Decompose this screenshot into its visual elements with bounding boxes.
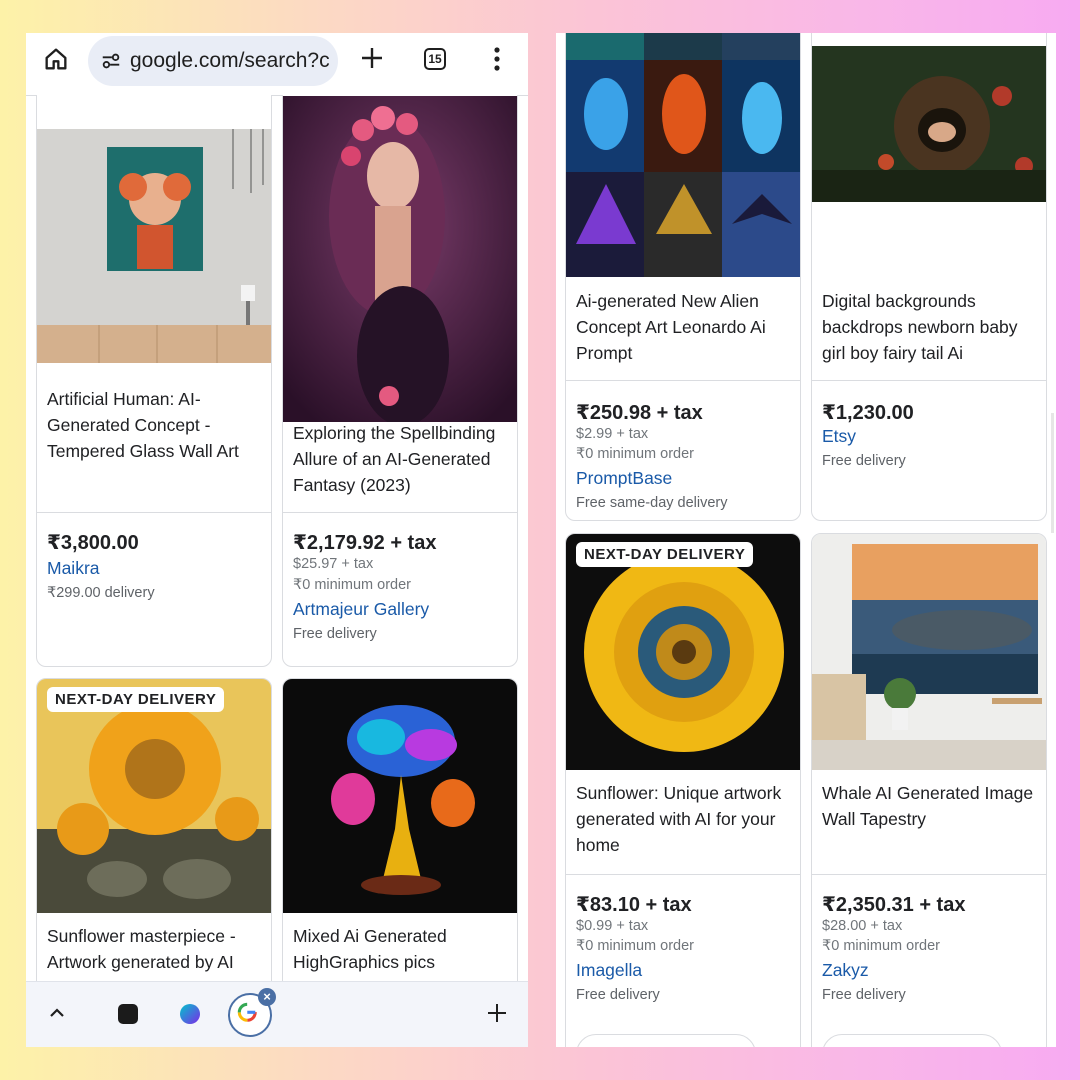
address-bar[interactable]: google.com/search?c (88, 36, 338, 86)
product-title[interactable]: Digital backgrounds backdrops newborn ba… (822, 288, 1038, 366)
delivery-info: Free delivery (576, 987, 660, 1003)
merchant-link[interactable]: Maikra (47, 558, 100, 579)
minimum-order: ₹0 minimum order (822, 938, 941, 954)
card-divider (812, 874, 1046, 875)
tab-group-bar: × (26, 981, 528, 1047)
product-image (812, 534, 1046, 770)
delivery-info: Free same-day delivery (576, 495, 728, 511)
product-image (566, 534, 800, 770)
plus-icon[interactable] (360, 46, 384, 70)
product-card[interactable]: Mixed Ai Generated HighGraphics pics (282, 678, 518, 1018)
product-image (37, 679, 271, 913)
product-card[interactable]: Artificial Human: AI-Generated Concept -… (36, 83, 272, 667)
product-image (812, 46, 1046, 202)
product-card[interactable]: NEXT-DAY DELIVERY Sunflower: Unique artw… (565, 533, 801, 1047)
card-divider (566, 380, 800, 381)
card-divider (812, 380, 1046, 381)
product-card[interactable]: Whale AI Generated Image Wall Tapestry ₹… (811, 533, 1047, 1047)
card-button-outline[interactable] (576, 1034, 756, 1047)
more-vert-icon[interactable] (494, 47, 500, 71)
plus-icon[interactable] (486, 1002, 508, 1024)
product-card[interactable]: Ai-generated New Alien Concept Art Leona… (565, 33, 801, 521)
product-price: ₹83.10 + tax (576, 894, 692, 916)
card-divider (566, 874, 800, 875)
tab-favicon[interactable] (180, 1004, 200, 1024)
close-icon[interactable]: × (258, 988, 276, 1006)
product-title[interactable]: Whale AI Generated Image Wall Tapestry (822, 780, 1038, 832)
product-price: ₹3,800.00 (47, 532, 139, 554)
product-card[interactable]: Digital backgrounds backdrops newborn ba… (811, 33, 1047, 521)
product-title[interactable]: Exploring the Spellbinding Allure of an … (293, 420, 509, 498)
product-image (283, 96, 517, 422)
minimum-order: ₹0 minimum order (293, 577, 412, 593)
delivery-info: Free delivery (822, 453, 906, 469)
card-divider (283, 512, 517, 513)
product-price: ₹250.98 + tax (576, 402, 703, 424)
chevron-up-icon[interactable] (48, 1004, 66, 1022)
product-price: ₹2,179.92 + tax (293, 532, 437, 554)
delivery-info: Free delivery (822, 987, 906, 1003)
tax-info: $2.99 + tax (576, 426, 649, 442)
delivery-info: ₹299.00 delivery (47, 585, 155, 601)
tax-info: $25.97 + tax (293, 556, 374, 572)
home-icon[interactable] (42, 45, 70, 73)
scrollbar[interactable] (1051, 413, 1054, 533)
tab-count: 15 (428, 52, 442, 66)
merchant-link[interactable]: Imagella (576, 960, 642, 981)
right-browser-screenshot: Ai-generated New Alien Concept Art Leona… (556, 33, 1056, 1047)
product-title[interactable]: Ai-generated New Alien Concept Art Leona… (576, 288, 792, 366)
minimum-order: ₹0 minimum order (576, 446, 695, 462)
merchant-link[interactable]: Etsy (822, 426, 856, 447)
merchant-link[interactable]: PromptBase (576, 468, 672, 489)
next-day-delivery-badge: NEXT-DAY DELIVERY (47, 687, 225, 712)
product-title[interactable]: Artificial Human: AI-Generated Concept -… (47, 386, 263, 464)
tab-count-icon[interactable]: 15 (424, 48, 446, 70)
browser-toolbar: google.com/search?c 15 (26, 33, 528, 95)
product-image (37, 129, 271, 363)
merchant-link[interactable]: Artmajeur Gallery (293, 599, 429, 620)
product-title[interactable]: Mixed Ai Generated HighGraphics pics (293, 923, 509, 975)
product-price: ₹1,230.00 (822, 402, 914, 424)
product-card[interactable]: Exploring the Spellbinding Allure of an … (282, 83, 518, 667)
delivery-info: Free delivery (293, 626, 377, 642)
left-browser-screenshot: google.com/search?c 15 Artificial Human:… (26, 33, 528, 1047)
card-button-outline[interactable] (822, 1034, 1002, 1047)
product-image (566, 33, 800, 277)
card-divider (37, 512, 271, 513)
next-day-delivery-badge: NEXT-DAY DELIVERY (576, 542, 754, 567)
product-image (283, 679, 517, 913)
minimum-order: ₹0 minimum order (576, 938, 695, 954)
tax-info: $0.99 + tax (576, 918, 649, 934)
merchant-link[interactable]: Zakyz (822, 960, 869, 981)
product-title[interactable]: Sunflower: Unique artwork generated with… (576, 780, 792, 858)
product-price: ₹2,350.31 + tax (822, 894, 966, 916)
tax-info: $28.00 + tax (822, 918, 903, 934)
tab-favicon[interactable] (118, 1004, 138, 1024)
product-title[interactable]: Sunflower masterpiece - Artwork generate… (47, 923, 263, 975)
tune-icon[interactable] (100, 50, 122, 72)
product-card[interactable]: NEXT-DAY DELIVERY Sunflower masterpiece … (36, 678, 272, 1018)
url-text: google.com/search?c (130, 49, 330, 72)
